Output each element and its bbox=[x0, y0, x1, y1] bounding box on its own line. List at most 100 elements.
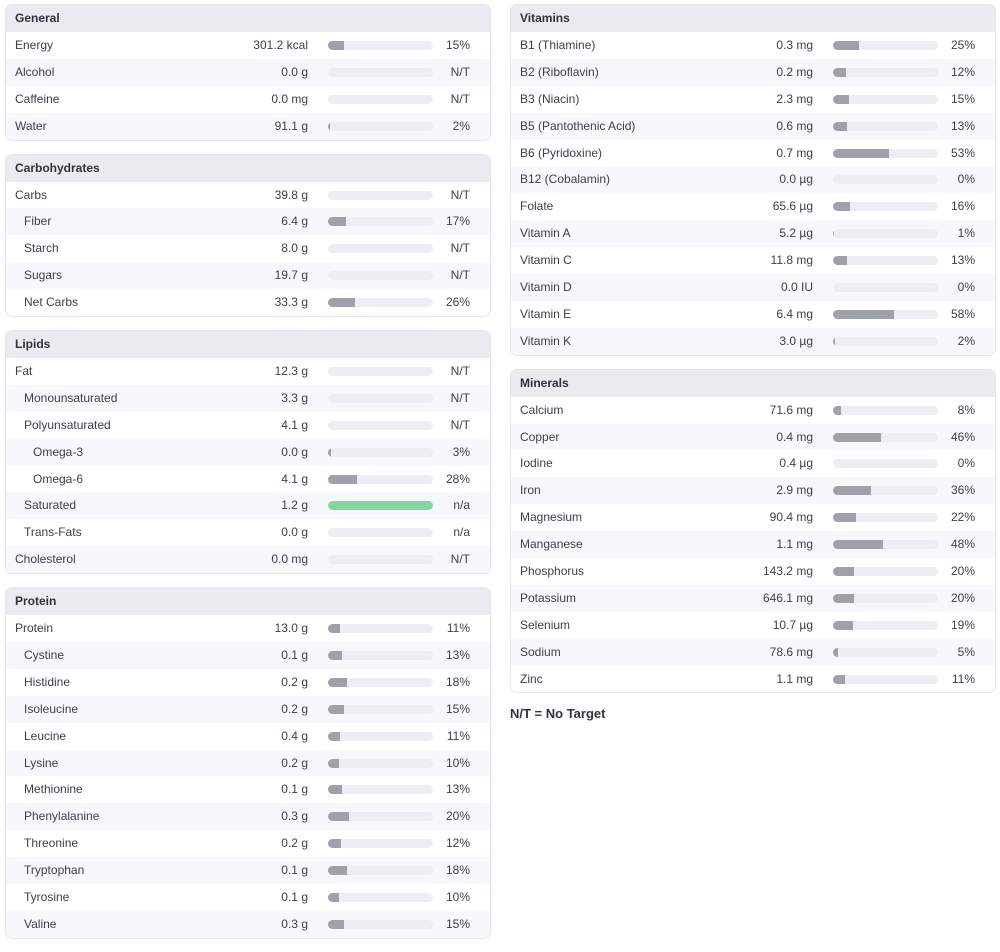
panel-title: Minerals bbox=[511, 369, 995, 397]
nutrient-name: Iodine bbox=[520, 456, 553, 471]
progress-bar bbox=[833, 674, 938, 684]
nutrient-row-omega-3[interactable]: Omega-3 0.0 g 3% bbox=[6, 438, 490, 466]
nutrient-amount: 0.2 g bbox=[281, 755, 308, 770]
nutrient-percent: 16% bbox=[950, 199, 975, 214]
progress-bar bbox=[328, 67, 433, 77]
nutrient-row-net-carbs[interactable]: Net Carbs 33.3 g 26% bbox=[6, 289, 490, 316]
nutrient-amount: 0.0 g bbox=[281, 525, 308, 540]
nutrient-amount: 0.0 µg bbox=[779, 172, 813, 187]
nutrient-percent: n/a bbox=[453, 498, 470, 513]
progress-fill bbox=[833, 567, 854, 577]
nutrient-amount: 0.0 g bbox=[281, 64, 308, 79]
nutrient-row-folate[interactable]: Folate 65.6 µg 16% bbox=[511, 193, 995, 220]
nutrient-row-saturated[interactable]: Saturated 1.2 g n/a bbox=[6, 492, 490, 520]
nutrient-amount: 0.4 g bbox=[281, 728, 308, 743]
nutrient-row-alcohol[interactable]: Alcohol 0.0 g N/T bbox=[6, 58, 490, 86]
nutrient-amount: 1.1 mg bbox=[776, 671, 813, 686]
nutrient-percent: 13% bbox=[950, 253, 975, 268]
right-panels: Vitamins B1 (Thiamine) 0.3 mg 25% B2 (Ribofl… bbox=[510, 4, 996, 694]
nutrient-row-vitamin-k[interactable]: Vitamin K 3.0 µg 2% bbox=[511, 327, 995, 355]
nutrient-row-trans-fats[interactable]: Trans-Fats 0.0 g n/a bbox=[6, 519, 490, 546]
nutrient-name: Caffeine bbox=[15, 91, 60, 106]
nutrient-name: Saturated bbox=[24, 498, 77, 513]
progress-bar bbox=[833, 593, 938, 603]
nutrient-row-copper[interactable]: Copper 0.4 mg 46% bbox=[511, 423, 995, 451]
nutrient-row-monounsaturated[interactable]: Monounsaturated 3.3 g N/T bbox=[6, 384, 490, 412]
nutrient-row-b1-thiamine[interactable]: B1 (Thiamine) 0.3 mg 25% bbox=[511, 32, 995, 59]
nutrient-name: Vitamin E bbox=[520, 306, 572, 321]
nutrient-row-threonine[interactable]: Threonine 0.2 g 12% bbox=[6, 830, 490, 857]
progress-fill bbox=[833, 674, 845, 684]
nutrient-amount: 13.0 g bbox=[274, 621, 308, 636]
nutrient-percent: 25% bbox=[950, 38, 975, 52]
progress-bar bbox=[328, 893, 433, 903]
nutrient-row-cystine[interactable]: Cystine 0.1 g 13% bbox=[6, 642, 490, 669]
nutrient-row-magnesium[interactable]: Magnesium 90.4 mg 22% bbox=[511, 504, 995, 531]
nutrient-row-sugars[interactable]: Sugars 19.7 g N/T bbox=[6, 262, 490, 290]
progress-bar bbox=[833, 41, 938, 50]
nutrient-row-b3-niacin[interactable]: B3 (Niacin) 2.3 mg 15% bbox=[511, 86, 995, 113]
nutrient-row-iodine[interactable]: Iodine 0.4 µg 0% bbox=[511, 450, 995, 477]
nutrient-row-methionine[interactable]: Methionine 0.1 g 13% bbox=[6, 776, 490, 803]
nutrient-row-vitamin-e[interactable]: Vitamin E 6.4 mg 58% bbox=[511, 301, 995, 328]
nutrient-row-calcium[interactable]: Calcium 71.6 mg 8% bbox=[511, 397, 995, 424]
nutrient-percent: 13% bbox=[950, 118, 975, 133]
nutrient-row-caffeine[interactable]: Caffeine 0.0 mg N/T bbox=[6, 86, 490, 113]
progress-fill bbox=[833, 229, 835, 239]
progress-fill bbox=[833, 148, 889, 158]
nutrient-percent: 12% bbox=[445, 836, 470, 851]
nutrient-amount: 0.1 g bbox=[281, 648, 308, 663]
nutrient-row-tryptophan[interactable]: Tryptophan 0.1 g 18% bbox=[6, 857, 490, 885]
nutrient-percent: 1% bbox=[957, 226, 975, 241]
nutrient-row-zinc[interactable]: Zinc 1.1 mg 11% bbox=[511, 666, 995, 693]
nutrient-row-starch[interactable]: Starch 8.0 g N/T bbox=[6, 235, 490, 262]
progress-fill bbox=[328, 474, 358, 484]
nutrient-row-histidine[interactable]: Histidine 0.2 g 18% bbox=[6, 669, 490, 696]
nutrient-row-vitamin-c[interactable]: Vitamin C 11.8 mg 13% bbox=[511, 247, 995, 274]
nutrient-row-water[interactable]: Water 91.1 g 2% bbox=[6, 112, 490, 140]
panel-carbohydrates: Carbohydrates Carbs 39.8 g N/T Fiber 6.4 g 17%… bbox=[5, 153, 491, 318]
progress-bar bbox=[328, 785, 433, 795]
nutrient-row-phenylalanine[interactable]: Phenylalanine 0.3 g 20% bbox=[6, 803, 490, 831]
progress-bar bbox=[833, 283, 938, 293]
nutrient-row-protein[interactable]: Protein 13.0 g 11% bbox=[6, 615, 490, 642]
nutrient-name: Manganese bbox=[520, 537, 583, 552]
legend-note: N/T = No Target bbox=[510, 706, 606, 722]
nutrient-row-isoleucine[interactable]: Isoleucine 0.2 g 15% bbox=[6, 695, 490, 723]
nutrient-row-sodium[interactable]: Sodium 78.6 mg 5% bbox=[511, 638, 995, 666]
progress-bar bbox=[833, 513, 938, 523]
nutrient-row-fiber[interactable]: Fiber 6.4 g 17% bbox=[6, 208, 490, 236]
progress-fill bbox=[328, 758, 339, 768]
nutrient-row-b12-cobalamin[interactable]: B12 (Cobalamin) 0.0 µg 0% bbox=[511, 166, 995, 194]
nutrient-row-carbs[interactable]: Carbs 39.8 g N/T bbox=[6, 182, 490, 209]
nutrient-row-energy[interactable]: Energy 301.2 kcal 15% bbox=[6, 32, 490, 59]
nutrient-amount: 0.2 g bbox=[281, 674, 308, 689]
nutrient-percent: 13% bbox=[445, 648, 470, 663]
nutrient-row-b2-riboflavin[interactable]: B2 (Riboflavin) 0.2 mg 12% bbox=[511, 58, 995, 86]
nutrient-name: Vitamin A bbox=[520, 226, 571, 241]
nutrient-row-iron[interactable]: Iron 2.9 mg 36% bbox=[511, 477, 995, 505]
panel-title: Lipids bbox=[6, 331, 490, 359]
nutrient-amount: 39.8 g bbox=[274, 187, 308, 202]
nutrient-row-lysine[interactable]: Lysine 0.2 g 10% bbox=[6, 749, 490, 777]
nutrient-row-leucine[interactable]: Leucine 0.4 g 11% bbox=[6, 723, 490, 750]
nutrient-row-vitamin-a[interactable]: Vitamin A 5.2 µg 1% bbox=[511, 220, 995, 248]
nutrient-percent: 8% bbox=[957, 402, 975, 417]
nutrient-row-valine[interactable]: Valine 0.3 g 15% bbox=[6, 910, 490, 938]
nutrient-name: Valine bbox=[24, 916, 57, 931]
nutrient-row-selenium[interactable]: Selenium 10.7 µg 19% bbox=[511, 612, 995, 639]
nutrient-row-potassium[interactable]: Potassium 646.1 mg 20% bbox=[511, 584, 995, 612]
nutrient-amount: 11.8 mg bbox=[770, 253, 813, 268]
nutrient-row-tyrosine[interactable]: Tyrosine 0.1 g 10% bbox=[6, 884, 490, 911]
nutrient-row-b5-pantothenic-acid[interactable]: B5 (Pantothenic Acid) 0.6 mg 13% bbox=[511, 112, 995, 140]
nutrient-row-fat[interactable]: Fat 12.3 g N/T bbox=[6, 358, 490, 385]
nutrient-row-cholesterol[interactable]: Cholesterol 0.0 mg N/T bbox=[6, 546, 490, 574]
nutrient-row-vitamin-d[interactable]: Vitamin D 0.0 IU 0% bbox=[511, 274, 995, 301]
nutrient-row-phosphorus[interactable]: Phosphorus 143.2 mg 20% bbox=[511, 558, 995, 585]
nutrient-name: Selenium bbox=[520, 617, 571, 632]
nutrient-row-b6-pyridoxine[interactable]: B6 (Pyridoxine) 0.7 mg 53% bbox=[511, 140, 995, 167]
progress-bar bbox=[328, 758, 433, 768]
nutrient-row-polyunsaturated[interactable]: Polyunsaturated 4.1 g N/T bbox=[6, 412, 490, 439]
nutrient-row-omega-6[interactable]: Omega-6 4.1 g 28% bbox=[6, 466, 490, 493]
nutrient-row-manganese[interactable]: Manganese 1.1 mg 48% bbox=[511, 531, 995, 559]
